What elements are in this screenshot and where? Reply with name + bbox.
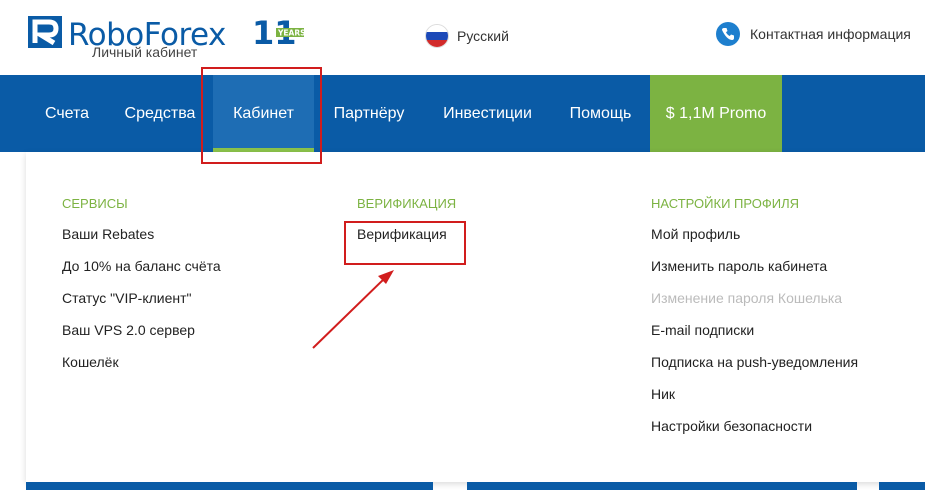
menu-link-my-profile[interactable]: Мой профиль: [651, 225, 858, 257]
nav-item-accounts[interactable]: Счета: [27, 75, 107, 152]
cabinet-dropdown: Сервисы Ваши Rebates До 10% на баланс сч…: [26, 152, 925, 482]
nav-item-promo[interactable]: $ 1,1M Promo: [650, 75, 782, 152]
menu-link-wallet[interactable]: Кошелёк: [62, 353, 221, 385]
russian-flag-icon: [425, 24, 449, 48]
roboforex-logo-icon: [28, 16, 62, 48]
menu-column-title: Верификация: [357, 196, 457, 211]
menu-link-rebates[interactable]: Ваши Rebates: [62, 225, 221, 257]
contact-label: Контактная информация: [750, 26, 911, 42]
menu-link-security-settings[interactable]: Настройки безопасности: [651, 417, 858, 449]
menu-link-email-subscriptions[interactable]: E-mail подписки: [651, 321, 858, 353]
bottom-strip: [467, 482, 857, 490]
menu-column-profile: Настройки профиля Мой профиль Изменить п…: [651, 196, 858, 449]
menu-link-push-subscription[interactable]: Подписка на push-уведомления: [651, 353, 858, 385]
nav-item-funds[interactable]: Средства: [107, 75, 213, 152]
anniversary-badge: 11 YEARS: [252, 14, 304, 52]
menu-link-change-cabinet-password[interactable]: Изменить пароль кабинета: [651, 257, 858, 289]
menu-column-services: Сервисы Ваши Rebates До 10% на баланс сч…: [62, 196, 221, 385]
main-nav: Счета Средства Кабинет Партнёру Инвестиц…: [0, 75, 925, 152]
language-selector[interactable]: Русский: [425, 24, 509, 48]
nav-item-partner[interactable]: Партнёру: [314, 75, 424, 152]
bottom-strip: [879, 482, 925, 490]
menu-column-title: Настройки профиля: [651, 196, 800, 211]
annotation-box-verification: [344, 221, 466, 265]
nav-item-help[interactable]: Помощь: [551, 75, 650, 152]
brand-subtitle: Личный кабинет: [92, 44, 198, 60]
menu-link-nickname[interactable]: Ник: [651, 385, 858, 417]
anniversary-word: YEARS: [277, 29, 304, 38]
nav-item-investments[interactable]: Инвестиции: [424, 75, 551, 152]
contact-link[interactable]: Контактная информация: [716, 22, 911, 46]
bottom-strip: [26, 482, 433, 490]
phone-icon: [716, 22, 740, 46]
menu-link-vip-status[interactable]: Статус "VIP-клиент": [62, 289, 221, 321]
menu-link-change-wallet-password: Изменение пароля Кошелька: [651, 290, 843, 306]
menu-link-balance-bonus[interactable]: До 10% на баланс счёта: [62, 257, 221, 289]
annotation-box-cabinet: [201, 67, 322, 164]
menu-link-vps[interactable]: Ваш VPS 2.0 сервер: [62, 321, 221, 353]
menu-column-title: Сервисы: [62, 196, 128, 211]
header: RoboForex Личный кабинет 11 YEARS Русски…: [0, 0, 925, 75]
language-label: Русский: [457, 28, 509, 44]
